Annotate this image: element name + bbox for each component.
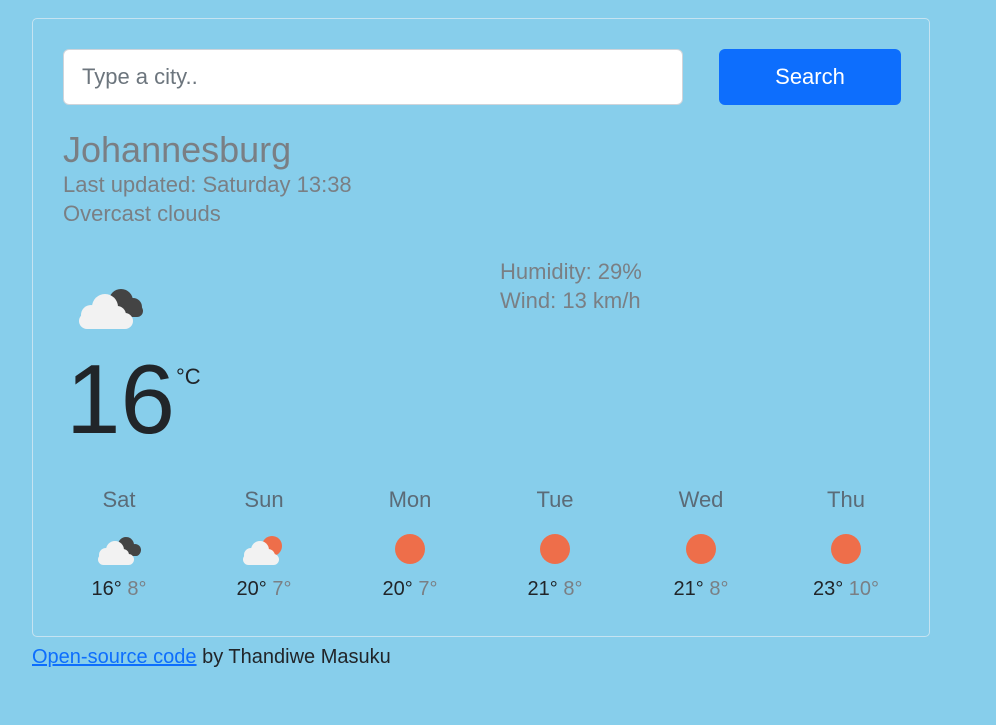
forecast-day-name: Sun — [244, 487, 284, 512]
forecast-max-temp: 20° — [236, 578, 267, 600]
sun-icon — [395, 534, 425, 564]
forecast-max-temp: 23° — [812, 578, 844, 600]
forecast-min-temp: 7° — [418, 578, 438, 600]
forecast-min-temp: 7° — [272, 578, 292, 600]
overcast-clouds-icon — [79, 289, 143, 329]
humidity-text: Humidity: 29% — [500, 259, 642, 284]
city-name: Johannesburg — [63, 129, 292, 170]
forecast-min-temp: 8° — [127, 578, 147, 600]
forecast-day-name: Sat — [102, 487, 136, 512]
weather-app-card: Search Johannesburg Last updated: Saturd… — [32, 18, 930, 637]
forecast-day: Sun 20° 7° — [204, 485, 324, 601]
forecast-day-name: Wed — [678, 487, 724, 512]
overcast-clouds-icon — [98, 537, 141, 565]
forecast-day: Tue 21° 8° — [495, 485, 615, 601]
forecast-day-name: Tue — [536, 487, 574, 512]
forecast-day-name: Thu — [827, 487, 865, 512]
wind-text: Wind: 13 km/h — [500, 288, 641, 313]
forecast-min-temp: 8° — [709, 578, 729, 600]
forecast-min-temp: 8° — [563, 578, 583, 600]
forecast-max-temp: 16° — [91, 578, 122, 600]
search-button[interactable]: Search — [719, 49, 901, 105]
partly-cloudy-icon — [243, 536, 282, 565]
forecast-max-temp: 21° — [673, 578, 704, 600]
forecast-list: Sat 16° 8° Sun 20° 7° Mon 20° 7° Tue 21°… — [45, 485, 919, 615]
city-search-input[interactable] — [63, 49, 683, 105]
sun-icon — [686, 534, 716, 564]
sun-icon — [540, 534, 570, 564]
forecast-day: Sat 16° 8° — [59, 485, 179, 601]
forecast-max-temp: 21° — [527, 578, 558, 600]
footer: Open-source code by Thandiwe Masuku — [32, 646, 391, 669]
footer-byline: by Thandiwe Masuku — [202, 646, 391, 668]
current-temperature: 16 — [66, 344, 176, 454]
forecast-day: Thu 23° 10° — [786, 485, 906, 601]
forecast-min-temp: 10° — [848, 578, 880, 600]
weather-description: Overcast clouds — [63, 201, 221, 226]
last-updated-text: Last updated: Saturday 13:38 — [63, 172, 352, 197]
forecast-day: Wed 21° 8° — [641, 485, 761, 601]
sun-icon — [831, 534, 861, 564]
forecast-day-name: Mon — [388, 487, 432, 512]
open-source-link[interactable]: Open-source code — [32, 646, 197, 668]
forecast-day: Mon 20° 7° — [350, 485, 470, 601]
temperature-unit: °C — [176, 364, 201, 389]
forecast-max-temp: 20° — [382, 578, 413, 600]
